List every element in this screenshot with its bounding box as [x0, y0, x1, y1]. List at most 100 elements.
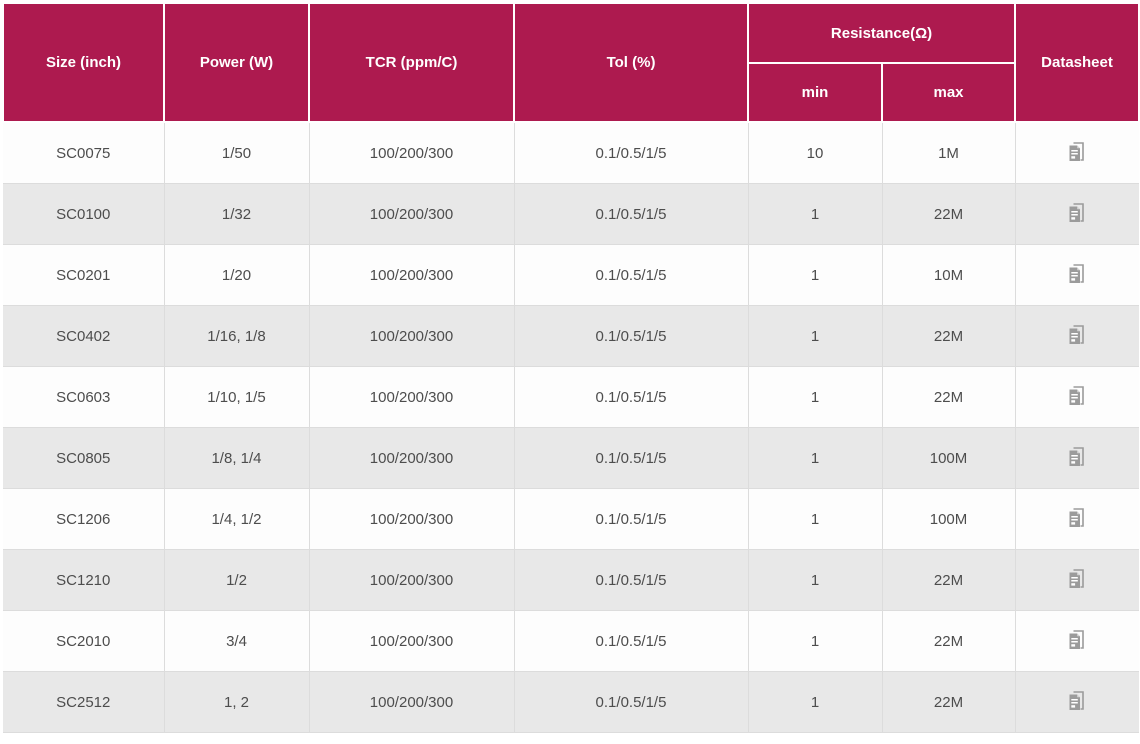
header-power: Power (W) [164, 3, 309, 122]
size-cell: SC1206 [3, 489, 164, 550]
datasheet-cell [1015, 184, 1139, 245]
resistance-max-cell: 22M [882, 367, 1015, 428]
document-copy-icon [1065, 567, 1089, 591]
resistance-max-cell: 22M [882, 672, 1015, 733]
header-resistance-min: min [748, 63, 882, 122]
datasheet-link[interactable] [1063, 504, 1091, 532]
tcr-cell: 100/200/300 [309, 367, 514, 428]
datasheet-cell [1015, 672, 1139, 733]
power-cell: 1/4, 1/2 [164, 489, 309, 550]
datasheet-link[interactable] [1063, 382, 1091, 410]
tcr-cell: 100/200/300 [309, 672, 514, 733]
page: Size (inch) Power (W) TCR (ppm/C) Tol (%… [0, 0, 1140, 744]
tol-cell: 0.1/0.5/1/5 [514, 367, 748, 428]
tcr-cell: 100/200/300 [309, 184, 514, 245]
document-copy-icon [1065, 140, 1089, 164]
datasheet-link[interactable] [1063, 138, 1091, 166]
tol-cell: 0.1/0.5/1/5 [514, 550, 748, 611]
document-copy-icon [1065, 628, 1089, 652]
table-header: Size (inch) Power (W) TCR (ppm/C) Tol (%… [3, 3, 1139, 122]
datasheet-link[interactable] [1063, 687, 1091, 715]
size-cell: SC0603 [3, 367, 164, 428]
tcr-cell: 100/200/300 [309, 428, 514, 489]
resistance-min-cell: 1 [748, 611, 882, 672]
resistor-spec-table: Size (inch) Power (W) TCR (ppm/C) Tol (%… [2, 2, 1140, 733]
table-row: SC0603 1/10, 1/5 100/200/300 0.1/0.5/1/5… [3, 367, 1139, 428]
resistance-max-cell: 22M [882, 184, 1015, 245]
table-row: SC1210 1/2 100/200/300 0.1/0.5/1/5 1 22M [3, 550, 1139, 611]
size-cell: SC1210 [3, 550, 164, 611]
resistance-max-cell: 1M [882, 122, 1015, 184]
datasheet-link[interactable] [1063, 626, 1091, 654]
power-cell: 1/32 [164, 184, 309, 245]
datasheet-cell [1015, 122, 1139, 184]
resistance-min-cell: 1 [748, 672, 882, 733]
datasheet-link[interactable] [1063, 321, 1091, 349]
tol-cell: 0.1/0.5/1/5 [514, 611, 748, 672]
tol-cell: 0.1/0.5/1/5 [514, 489, 748, 550]
size-cell: SC2010 [3, 611, 164, 672]
datasheet-link[interactable] [1063, 260, 1091, 288]
table-body: SC0075 1/50 100/200/300 0.1/0.5/1/5 10 1… [3, 122, 1139, 733]
tcr-cell: 100/200/300 [309, 550, 514, 611]
power-cell: 1/16, 1/8 [164, 306, 309, 367]
table-row: SC0100 1/32 100/200/300 0.1/0.5/1/5 1 22… [3, 184, 1139, 245]
table-row: SC2010 3/4 100/200/300 0.1/0.5/1/5 1 22M [3, 611, 1139, 672]
datasheet-cell [1015, 306, 1139, 367]
table-row: SC0402 1/16, 1/8 100/200/300 0.1/0.5/1/5… [3, 306, 1139, 367]
size-cell: SC2512 [3, 672, 164, 733]
header-tol: Tol (%) [514, 3, 748, 122]
datasheet-cell [1015, 550, 1139, 611]
tcr-cell: 100/200/300 [309, 245, 514, 306]
document-copy-icon [1065, 262, 1089, 286]
size-cell: SC0075 [3, 122, 164, 184]
document-copy-icon [1065, 445, 1089, 469]
power-cell: 1, 2 [164, 672, 309, 733]
table-row: SC0075 1/50 100/200/300 0.1/0.5/1/5 10 1… [3, 122, 1139, 184]
resistance-min-cell: 1 [748, 489, 882, 550]
resistance-min-cell: 1 [748, 550, 882, 611]
document-copy-icon [1065, 201, 1089, 225]
resistance-max-cell: 22M [882, 306, 1015, 367]
document-copy-icon [1065, 506, 1089, 530]
resistance-min-cell: 1 [748, 245, 882, 306]
size-cell: SC0100 [3, 184, 164, 245]
tol-cell: 0.1/0.5/1/5 [514, 184, 748, 245]
tcr-cell: 100/200/300 [309, 306, 514, 367]
resistance-max-cell: 22M [882, 611, 1015, 672]
power-cell: 1/10, 1/5 [164, 367, 309, 428]
power-cell: 3/4 [164, 611, 309, 672]
tol-cell: 0.1/0.5/1/5 [514, 672, 748, 733]
document-copy-icon [1065, 689, 1089, 713]
datasheet-link[interactable] [1063, 443, 1091, 471]
header-size: Size (inch) [3, 3, 164, 122]
tol-cell: 0.1/0.5/1/5 [514, 245, 748, 306]
tol-cell: 0.1/0.5/1/5 [514, 428, 748, 489]
resistance-min-cell: 1 [748, 428, 882, 489]
header-resistance: Resistance(Ω) [748, 3, 1015, 63]
table-row: SC1206 1/4, 1/2 100/200/300 0.1/0.5/1/5 … [3, 489, 1139, 550]
size-cell: SC0805 [3, 428, 164, 489]
resistance-max-cell: 100M [882, 428, 1015, 489]
datasheet-link[interactable] [1063, 565, 1091, 593]
size-cell: SC0201 [3, 245, 164, 306]
resistance-min-cell: 1 [748, 184, 882, 245]
tcr-cell: 100/200/300 [309, 122, 514, 184]
header-tcr: TCR (ppm/C) [309, 3, 514, 122]
datasheet-link[interactable] [1063, 199, 1091, 227]
resistance-min-cell: 10 [748, 122, 882, 184]
document-copy-icon [1065, 323, 1089, 347]
table-row: SC0201 1/20 100/200/300 0.1/0.5/1/5 1 10… [3, 245, 1139, 306]
power-cell: 1/50 [164, 122, 309, 184]
tcr-cell: 100/200/300 [309, 611, 514, 672]
datasheet-cell [1015, 611, 1139, 672]
tcr-cell: 100/200/300 [309, 489, 514, 550]
power-cell: 1/20 [164, 245, 309, 306]
resistance-max-cell: 22M [882, 550, 1015, 611]
tol-cell: 0.1/0.5/1/5 [514, 122, 748, 184]
resistance-max-cell: 100M [882, 489, 1015, 550]
header-datasheet: Datasheet [1015, 3, 1139, 122]
resistance-max-cell: 10M [882, 245, 1015, 306]
datasheet-cell [1015, 428, 1139, 489]
document-copy-icon [1065, 384, 1089, 408]
